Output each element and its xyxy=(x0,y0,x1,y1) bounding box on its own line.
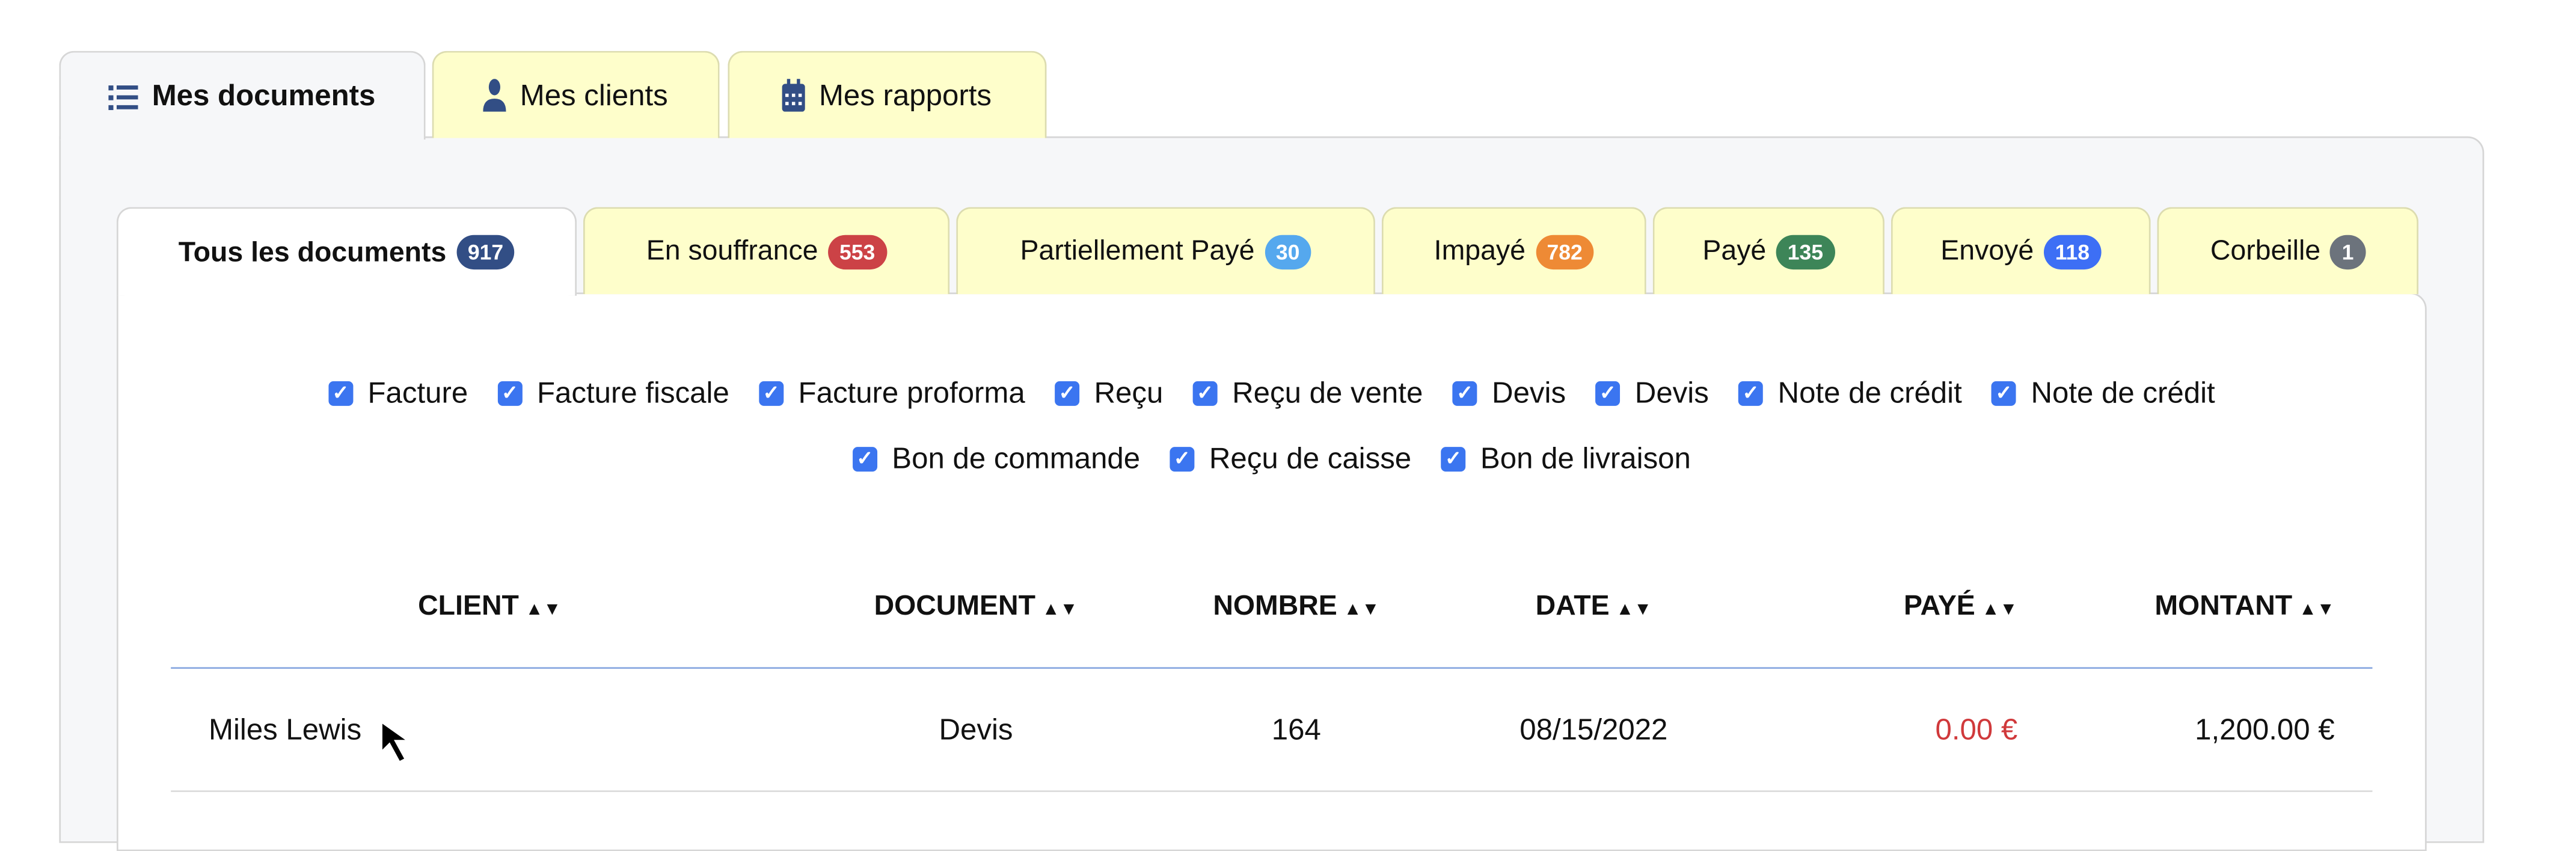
filter-checkbox[interactable]: ✓ Facture proforma xyxy=(758,376,1025,411)
tab-mes-documents[interactable]: Mes documents xyxy=(59,51,426,140)
tab-label: Mes documents xyxy=(152,79,376,112)
col-document[interactable]: DOCUMENT ▲▼ xyxy=(874,590,1078,623)
checkbox-checked-icon[interactable]: ✓ xyxy=(1441,447,1466,472)
filter-label: Reçu de caisse xyxy=(1209,441,1412,475)
user-tie-icon xyxy=(483,79,507,112)
checkbox-checked-icon[interactable]: ✓ xyxy=(1054,381,1079,406)
count-badge: 135 xyxy=(1776,234,1835,269)
tab-label: Envoyé xyxy=(1940,235,2034,266)
cell-client: Miles Lewis xyxy=(209,713,362,746)
list-icon xyxy=(109,84,139,109)
sort-icon: ▲▼ xyxy=(2299,600,2335,620)
filter-label: Devis xyxy=(1492,376,1566,410)
cell-montant: 1,200.00 € xyxy=(2195,713,2335,746)
count-badge: 118 xyxy=(2043,234,2102,269)
tab-label: Impayé xyxy=(1434,235,1526,266)
checkbox-checked-icon[interactable]: ✓ xyxy=(1595,381,1621,406)
count-badge: 553 xyxy=(827,234,887,269)
tab-label: Mes rapports xyxy=(818,78,992,111)
filter-checkbox[interactable]: ✓ Note de crédit xyxy=(1991,376,2215,411)
tab-label: Partiellement Payé xyxy=(1020,235,1255,266)
tab-label: Tous les documents xyxy=(178,236,447,267)
tab-tous-les-documents[interactable]: Tous les documents 917 xyxy=(116,207,577,296)
col-nombre[interactable]: NOMBRE ▲▼ xyxy=(1213,590,1379,623)
filter-label: Facture proforma xyxy=(798,376,1025,410)
tab-label: En souffrance xyxy=(646,235,818,266)
filter-label: Devis xyxy=(1634,376,1709,410)
filter-checkbox[interactable]: ✓ Devis xyxy=(1452,376,1566,411)
checkbox-checked-icon[interactable]: ✓ xyxy=(852,447,877,472)
checkbox-checked-icon[interactable]: ✓ xyxy=(1991,381,2016,406)
count-badge: 917 xyxy=(456,235,515,270)
filter-label: Reçu de vente xyxy=(1232,376,1423,410)
col-montant[interactable]: MONTANT ▲▼ xyxy=(2154,590,2334,623)
count-badge: 1 xyxy=(2330,234,2366,269)
checkbox-checked-icon[interactable]: ✓ xyxy=(497,381,523,406)
checkbox-checked-icon[interactable]: ✓ xyxy=(758,381,784,406)
filter-label: Facture fiscale xyxy=(536,376,729,410)
sort-icon: ▲▼ xyxy=(1343,600,1380,620)
cursor-arrow-icon xyxy=(379,719,413,764)
filter-checkbox[interactable]: ✓ Reçu de caisse xyxy=(1170,442,1411,476)
filter-row: ✓ Bon de commande ✓ Reçu de caisse ✓ Bon de l… xyxy=(117,442,2427,476)
checkbox-checked-icon[interactable]: ✓ xyxy=(1452,381,1477,406)
filter-label: Bon de livraison xyxy=(1480,441,1691,475)
header-divider xyxy=(171,667,2373,669)
filter-label: Bon de commande xyxy=(892,441,1141,475)
filter-checkbox[interactable]: ✓ Bon de commande xyxy=(852,441,1141,476)
row-divider xyxy=(171,790,2373,792)
filter-label: Note de crédit xyxy=(1777,376,1962,410)
sort-icon: ▲▼ xyxy=(525,600,562,620)
filter-checkbox[interactable]: ✓ Facture xyxy=(328,376,468,411)
tab-label: Payé xyxy=(1702,235,1767,266)
checkbox-checked-icon[interactable]: ✓ xyxy=(1192,381,1218,406)
checkbox-checked-icon[interactable]: ✓ xyxy=(328,381,353,406)
filter-label: Reçu xyxy=(1094,376,1164,410)
sort-icon: ▲▼ xyxy=(1041,600,1078,620)
col-date[interactable]: DATE ▲▼ xyxy=(1536,590,1652,623)
tab-partiellement-payé[interactable]: Partiellement Payé 30 xyxy=(956,207,1375,295)
cell-paye: 0.00 € xyxy=(1935,713,2018,746)
tab-mes-rapports[interactable]: Mes rapports xyxy=(728,51,1047,138)
filter-label: Facture xyxy=(367,376,468,410)
tab-en-souffrance[interactable]: En souffrance 553 xyxy=(583,207,950,295)
filter-label: Note de crédit xyxy=(2031,376,2215,410)
tab-corbeille[interactable]: Corbeille 1 xyxy=(2157,207,2418,295)
tab-envoyé[interactable]: Envoyé 118 xyxy=(1891,207,2151,295)
tab-label: Mes clients xyxy=(520,78,668,111)
checkbox-checked-icon[interactable]: ✓ xyxy=(1738,381,1763,406)
col-paye[interactable]: PAYÉ ▲▼ xyxy=(1904,590,2017,623)
filter-checkbox[interactable]: ✓ Facture fiscale xyxy=(497,376,729,411)
tab-label: Corbeille xyxy=(2210,235,2321,266)
filter-checkbox[interactable]: ✓ Bon de livraison xyxy=(1441,442,1691,476)
cell-nombre: 164 xyxy=(1271,713,1321,746)
col-client[interactable]: CLIENT ▲▼ xyxy=(418,590,561,623)
sort-icon: ▲▼ xyxy=(1981,600,2018,620)
count-badge: 30 xyxy=(1264,234,1311,269)
calendar-icon xyxy=(782,79,806,112)
filter-row: ✓ Facture ✓ Facture fiscale ✓ Facture proform… xyxy=(117,376,2427,411)
filter-checkbox[interactable]: ✓ Devis xyxy=(1595,376,1709,411)
tab-impayé[interactable]: Impayé 782 xyxy=(1381,207,1646,295)
sort-icon: ▲▼ xyxy=(1616,600,1652,620)
filter-checkbox[interactable]: ✓ Note de crédit xyxy=(1738,376,1962,411)
filter-checkbox[interactable]: ✓ Reçu xyxy=(1054,376,1164,411)
cell-document: Devis xyxy=(939,713,1013,746)
cell-date: 08/15/2022 xyxy=(1520,713,1668,746)
filter-checkbox[interactable]: ✓ Reçu de vente xyxy=(1192,376,1423,411)
checkbox-checked-icon[interactable]: ✓ xyxy=(1170,447,1195,472)
tab-mes-clients[interactable]: Mes clients xyxy=(432,51,720,138)
count-badge: 782 xyxy=(1535,234,1594,269)
tab-payé[interactable]: Payé 135 xyxy=(1652,207,1884,295)
